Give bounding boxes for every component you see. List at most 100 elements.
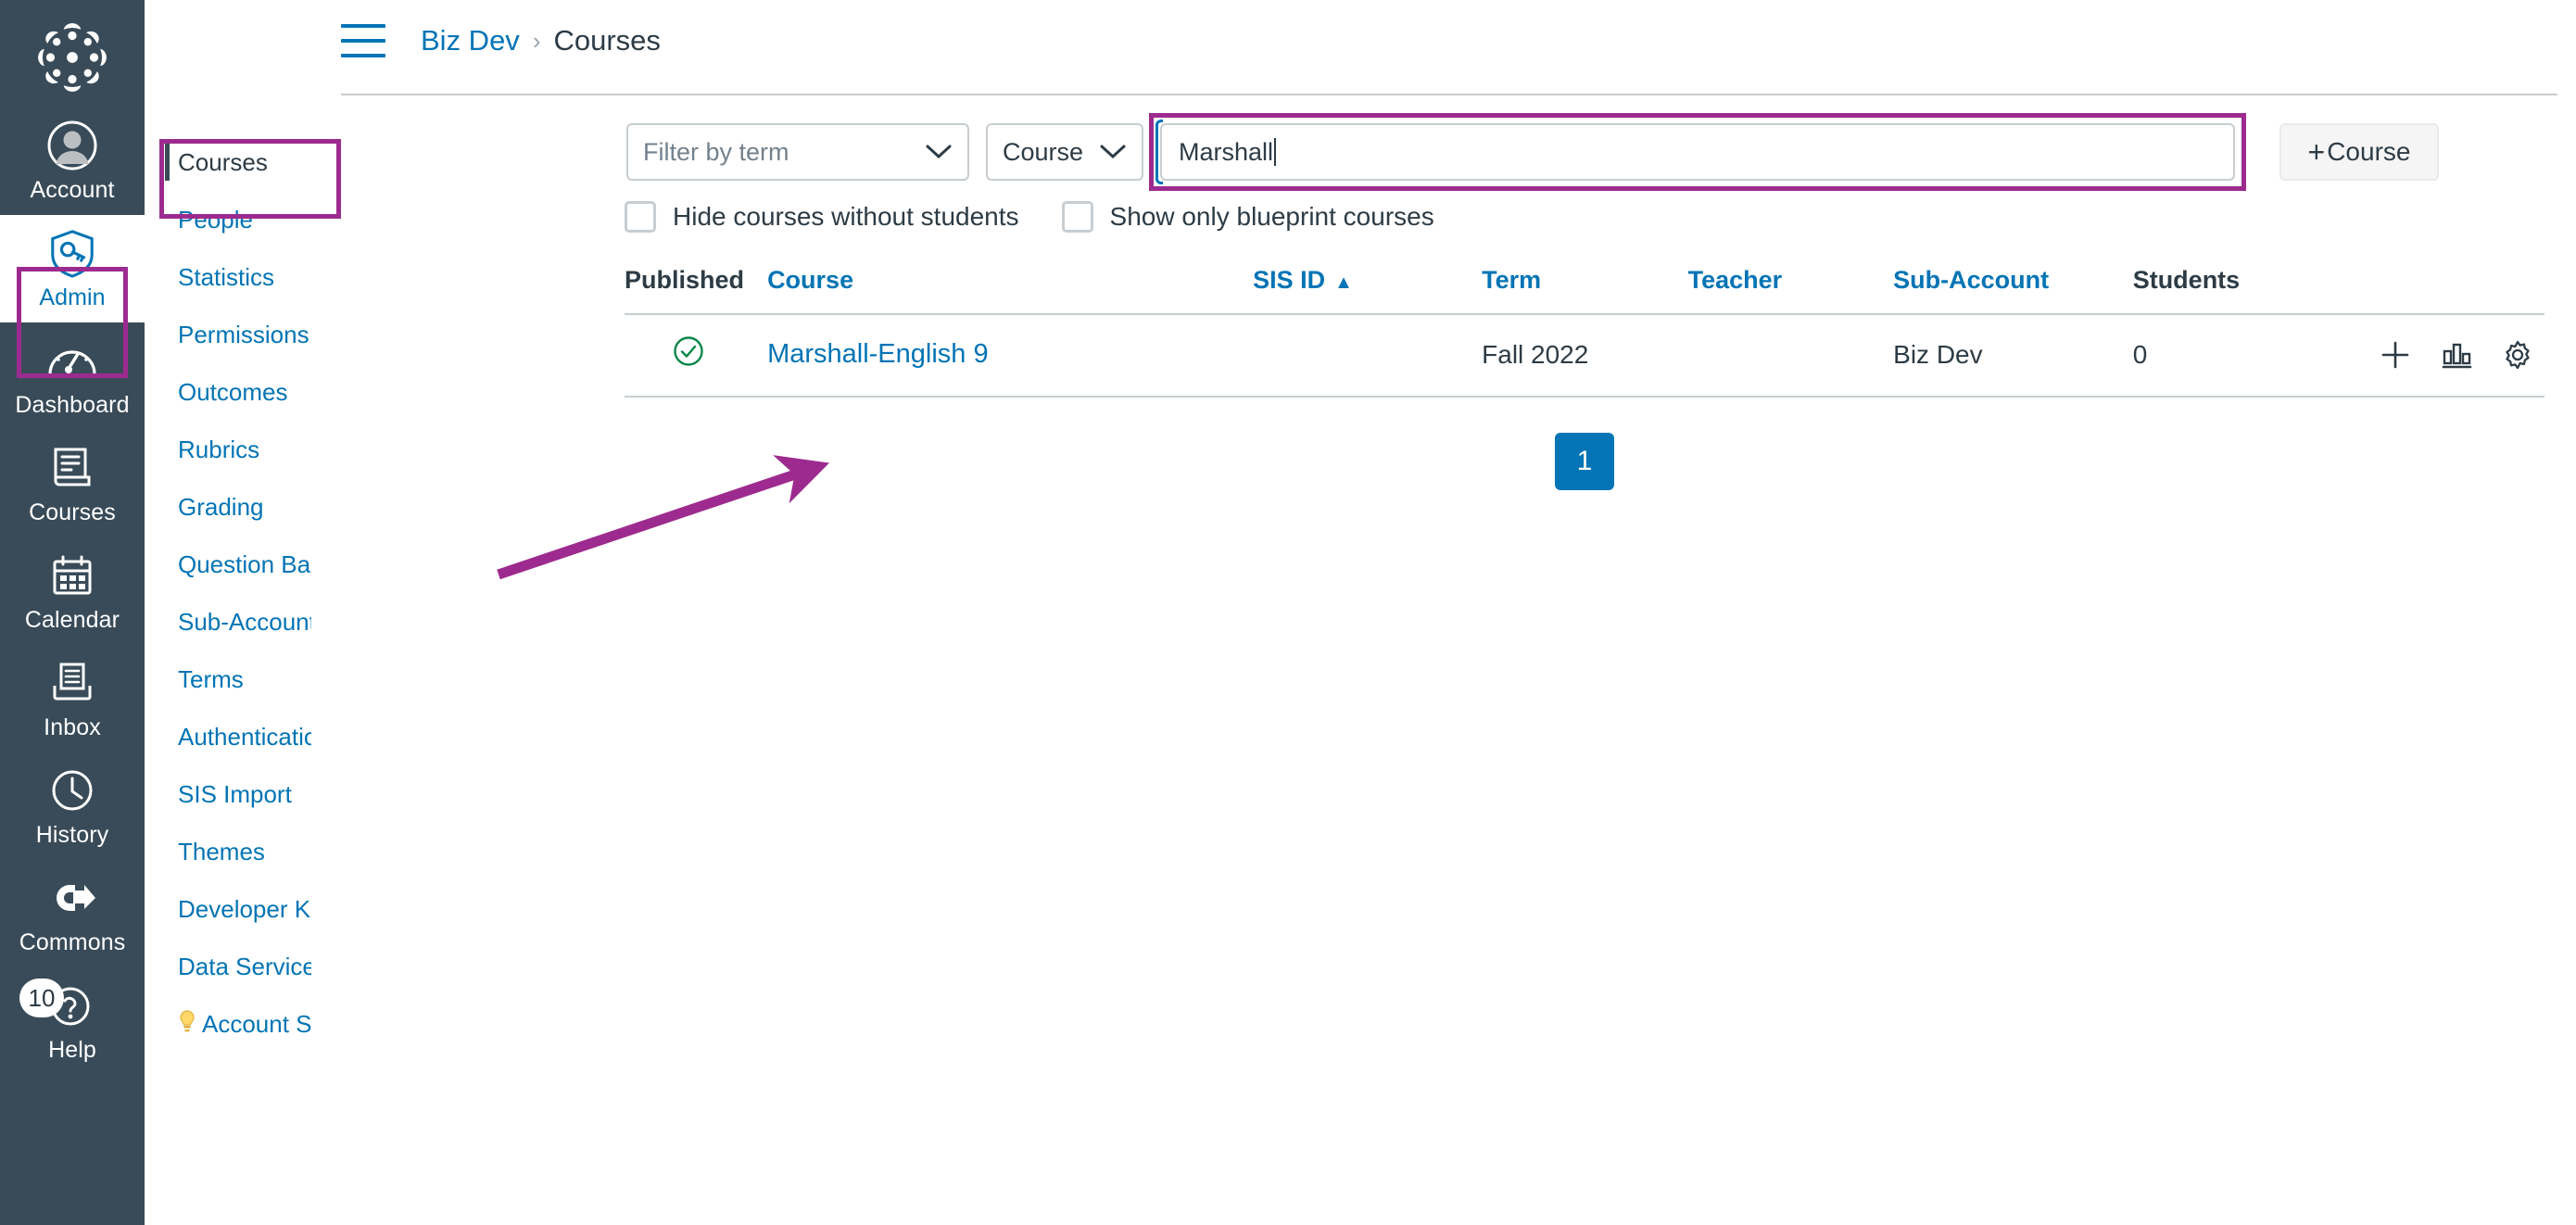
hamburger-menu-icon[interactable] xyxy=(341,24,385,57)
shield-key-icon xyxy=(47,224,97,282)
column-header-teacher[interactable]: Teacher xyxy=(1687,266,1894,315)
global-nav-label: Account xyxy=(30,177,115,203)
column-header-course[interactable]: Course xyxy=(767,266,1254,315)
context-nav-item-terms[interactable]: Terms xyxy=(145,665,311,694)
global-nav-item-admin[interactable]: Admin xyxy=(0,215,145,322)
column-header-actions xyxy=(2348,266,2544,315)
global-nav-label: Courses xyxy=(29,499,116,525)
context-nav-item-people[interactable]: People xyxy=(145,206,311,234)
sort-ascending-icon: ▲ xyxy=(1334,272,1353,293)
search-by-select[interactable]: Course xyxy=(986,123,1143,181)
chevron-down-icon xyxy=(925,144,953,160)
add-course-button[interactable]: + Course xyxy=(2279,123,2439,181)
context-nav-label: SIS Import xyxy=(178,780,292,808)
cell-published xyxy=(625,314,768,398)
book-icon xyxy=(49,439,95,497)
breadcrumb-root-link[interactable]: Biz Dev xyxy=(421,24,520,57)
column-header-sis-id[interactable]: SIS ID ▲ xyxy=(1253,266,1483,315)
global-nav-label: Commons xyxy=(19,929,126,955)
cell-sis-id xyxy=(1253,314,1483,398)
user-avatar-icon xyxy=(46,117,98,174)
course-filter-checkboxes: Hide courses without students Show only … xyxy=(311,181,2576,233)
add-user-to-course-button[interactable] xyxy=(2380,339,2411,371)
inbox-tray-icon xyxy=(49,654,95,712)
context-nav-item-account-settings[interactable]: Account Settings xyxy=(145,1010,383,1041)
context-nav-item-themes[interactable]: Themes xyxy=(145,838,311,866)
page-header: Biz Dev › Courses xyxy=(311,0,2576,82)
course-statistics-button[interactable] xyxy=(2441,340,2472,370)
context-nav-item-permissions[interactable]: Permissions xyxy=(145,321,311,349)
column-header-label: Teacher xyxy=(1687,266,1783,294)
show-only-blueprint-courses-checkbox[interactable]: Show only blueprint courses xyxy=(1061,201,1434,233)
lightbulb-icon xyxy=(178,1010,196,1041)
term-filter-input[interactable]: Filter by term xyxy=(626,123,969,181)
cell-sub-account: Biz Dev xyxy=(1893,314,2133,398)
search-input[interactable]: Marshall xyxy=(1160,123,2235,181)
global-nav-item-courses[interactable]: Courses xyxy=(0,430,145,537)
breadcrumb-separator-icon: › xyxy=(532,26,541,55)
checkbox-label: Show only blueprint courses xyxy=(1109,202,1434,231)
calendar-icon xyxy=(49,547,95,604)
column-header-label: Sub-Account xyxy=(1893,266,2050,294)
course-search-wrapper: Marshall xyxy=(1149,113,2246,191)
context-nav-label: Authentication xyxy=(178,723,331,751)
context-nav-item-question-banks[interactable]: Question Banks xyxy=(145,550,348,579)
global-nav-label: Inbox xyxy=(44,714,101,740)
checkbox-box xyxy=(1061,201,1093,233)
column-header-sub-account[interactable]: Sub-Account xyxy=(1893,266,2133,315)
search-by-value: Course xyxy=(1003,137,1084,166)
courses-table-head: Published Course SIS ID ▲ Term Teacher Su… xyxy=(625,266,2544,315)
global-nav-item-commons[interactable]: Commons xyxy=(0,860,145,967)
context-nav-item-data-services[interactable]: Data Services xyxy=(145,953,328,981)
global-nav-item-help[interactable]: 10 Help xyxy=(0,967,145,1075)
context-nav-label: People xyxy=(178,206,253,234)
help-notification-badge: 10 xyxy=(19,979,64,1017)
add-course-label: Course xyxy=(2327,137,2411,166)
row-action-buttons xyxy=(2348,339,2544,371)
commons-arrow-icon xyxy=(47,869,97,927)
pagination-page-1-button[interactable]: 1 xyxy=(1555,433,1614,490)
cell-actions xyxy=(2348,314,2544,398)
column-header-students: Students xyxy=(2132,266,2348,315)
global-nav-label: Admin xyxy=(39,284,106,310)
courses-table-body: Marshall-English 9 Fall 2022 Biz Dev 0 xyxy=(625,314,2544,398)
global-nav-label: Help xyxy=(48,1037,96,1063)
global-nav-label: History xyxy=(35,822,109,848)
context-nav-item-courses[interactable]: Courses xyxy=(145,144,311,181)
context-nav-item-developer-keys[interactable]: Developer Keys xyxy=(145,895,348,924)
column-header-label: SIS ID xyxy=(1253,266,1326,294)
search-input-value: Marshall xyxy=(1179,137,1274,166)
global-nav-item-history[interactable]: History xyxy=(0,752,145,860)
text-cursor xyxy=(1274,138,1277,166)
context-nav-item-statistics[interactable]: Statistics xyxy=(145,263,311,292)
global-nav-item-inbox[interactable]: Inbox xyxy=(0,645,145,752)
global-nav-item-account[interactable]: Account xyxy=(0,107,145,215)
table-header-row: Published Course SIS ID ▲ Term Teacher Su… xyxy=(625,266,2544,315)
courses-table-wrapper: Published Course SIS ID ▲ Term Teacher Su… xyxy=(311,233,2576,490)
course-name-link[interactable]: Marshall-English 9 xyxy=(767,339,989,369)
context-nav-item-rubrics[interactable]: Rubrics xyxy=(145,436,311,464)
global-nav-item-dashboard[interactable]: Dashboard xyxy=(0,322,145,430)
question-bubble-icon: 10 xyxy=(19,977,97,1034)
context-nav-item-grading[interactable]: Grading xyxy=(145,493,311,522)
context-nav-item-outcomes[interactable]: Outcomes xyxy=(145,378,311,407)
cell-students: 0 xyxy=(2132,314,2348,398)
pagination: 1 xyxy=(625,398,2544,490)
context-nav-label: Permissions xyxy=(178,321,309,348)
global-nav-item-calendar[interactable]: Calendar xyxy=(0,537,145,645)
dashboard-gauge-icon xyxy=(46,332,98,389)
context-nav-label: Themes xyxy=(178,838,265,865)
breadcrumb: Biz Dev › Courses xyxy=(421,24,661,57)
breadcrumb-current: Courses xyxy=(553,24,661,57)
term-filter-placeholder: Filter by term xyxy=(643,137,789,166)
global-navigation: Account Admin Dashboard Courses Calendar… xyxy=(0,0,145,1225)
context-nav-label: Grading xyxy=(178,493,264,521)
course-settings-button[interactable] xyxy=(2502,339,2533,371)
context-nav-item-sub-accounts[interactable]: Sub-Accounts xyxy=(145,608,328,637)
canvas-logo[interactable] xyxy=(28,13,117,102)
hide-courses-without-students-checkbox[interactable]: Hide courses without students xyxy=(625,201,1019,233)
column-header-term[interactable]: Term xyxy=(1482,266,1688,315)
checkbox-label: Hide courses without students xyxy=(673,202,1019,231)
context-nav-item-sis-import[interactable]: SIS Import xyxy=(145,780,311,809)
context-nav-item-authentication[interactable]: Authentication xyxy=(145,723,331,751)
